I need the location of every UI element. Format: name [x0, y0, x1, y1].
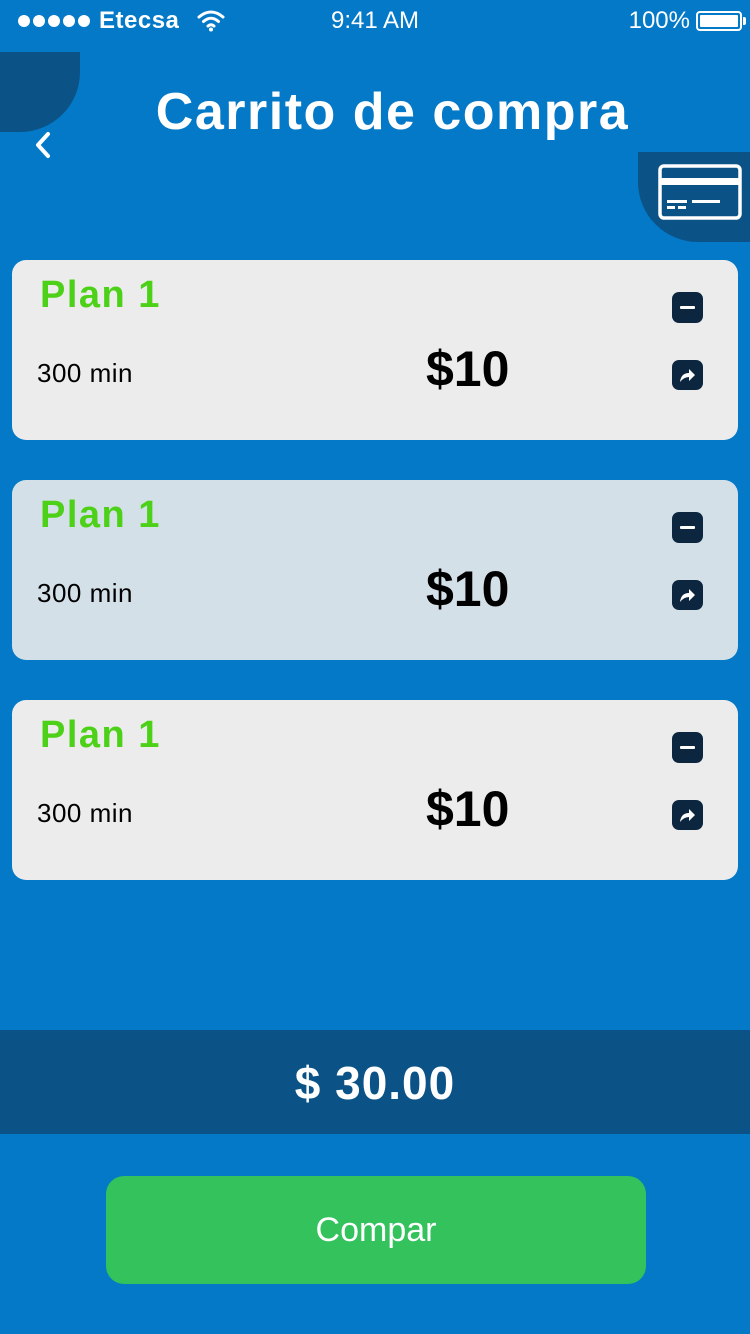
- buy-button[interactable]: Compar: [106, 1176, 646, 1284]
- plan-price: $10: [426, 561, 510, 617]
- plan-name: Plan 1: [40, 494, 161, 536]
- plan-minutes: 300 min: [37, 578, 133, 608]
- minus-icon: [680, 306, 695, 309]
- remove-item-button[interactable]: [672, 512, 703, 543]
- payment-card-button[interactable]: [638, 152, 750, 242]
- share-arrow-icon: [680, 369, 695, 382]
- minus-icon: [680, 526, 695, 529]
- remove-item-button[interactable]: [672, 732, 703, 763]
- battery-percent: 100%: [628, 7, 690, 34]
- plan-price: $10: [426, 341, 510, 397]
- plan-name: Plan 1: [40, 274, 161, 316]
- battery-icon: [696, 11, 746, 31]
- page-title: Carrito de compra: [155, 83, 630, 141]
- cart-item: Plan 1 300 min $10: [12, 260, 738, 440]
- plan-name: Plan 1: [40, 714, 161, 756]
- cart-item: Plan 1 300 min $10: [12, 480, 738, 660]
- share-item-button[interactable]: [672, 580, 703, 610]
- share-item-button[interactable]: [672, 800, 703, 830]
- minus-icon: [680, 746, 695, 749]
- plan-minutes: 300 min: [37, 358, 133, 388]
- remove-item-button[interactable]: [672, 292, 703, 323]
- plan-price: $10: [426, 781, 510, 837]
- status-right: 100%: [628, 7, 746, 35]
- plan-minutes: 300 min: [37, 798, 133, 828]
- total-value: $ 30.00: [294, 1057, 456, 1109]
- share-arrow-icon: [680, 809, 695, 822]
- status-bar: Etecsa 9:41 AM 100%: [0, 0, 750, 42]
- total-bar: $ 30.00: [0, 1030, 750, 1134]
- share-arrow-icon: [680, 589, 695, 602]
- share-item-button[interactable]: [672, 360, 703, 390]
- credit-card-icon: [658, 164, 742, 220]
- cart-item: Plan 1 300 min $10: [12, 700, 738, 880]
